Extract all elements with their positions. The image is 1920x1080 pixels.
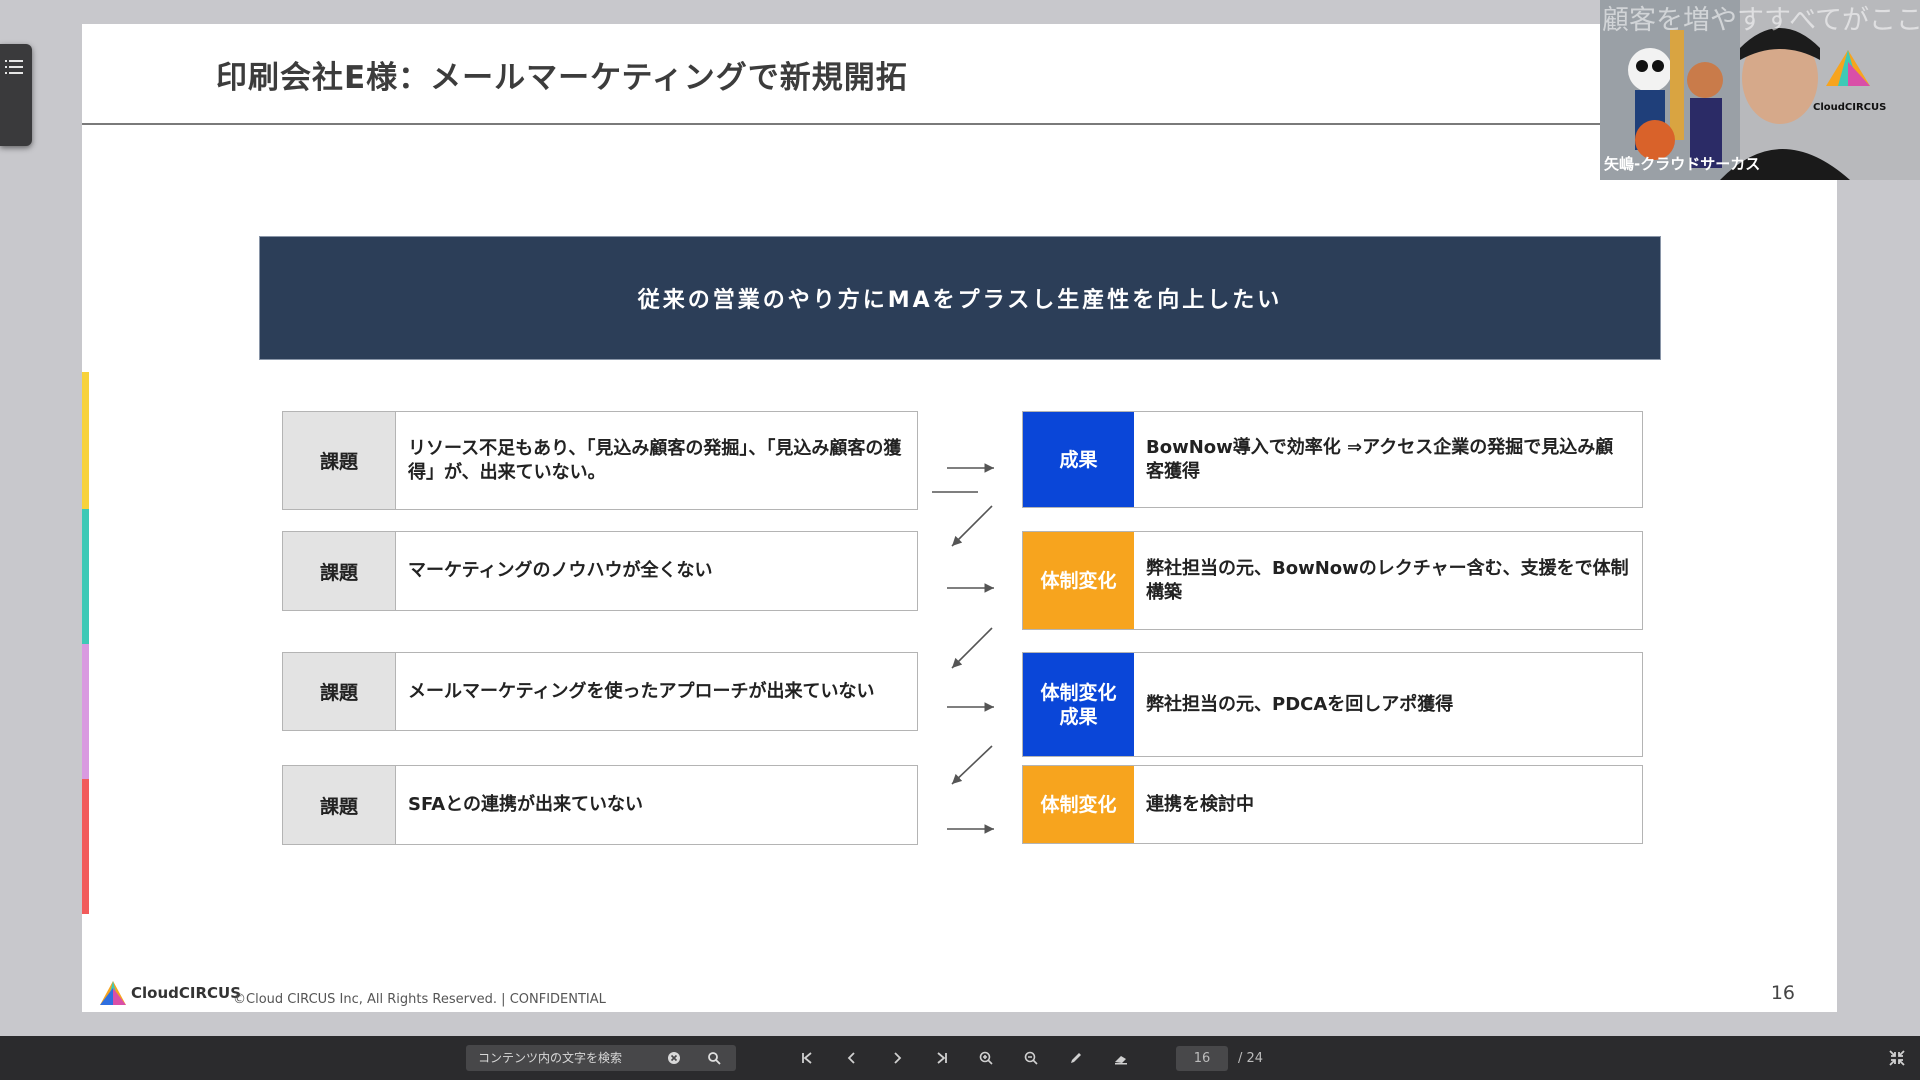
- page-total: / 24: [1238, 1051, 1264, 1066]
- exit-fullscreen-button[interactable]: [1885, 1046, 1909, 1070]
- slide-title: 印刷会社E様：メールマーケティングで新規開拓: [216, 60, 908, 96]
- first-page-icon: [802, 1052, 812, 1064]
- participant-name: 矢嶋-クラウドサーカス: [1604, 155, 1761, 173]
- issue-tag: 課題: [283, 653, 396, 730]
- color-strip-teal: [82, 509, 89, 644]
- eraser-icon: [1115, 1056, 1127, 1065]
- title-divider: [82, 123, 1602, 125]
- footer-brand: CloudCIRCUS: [131, 984, 242, 1002]
- search-button[interactable]: [702, 1046, 726, 1070]
- result-box: 体制変化 弊社担当の元、BowNowのレクチャー含む、支援をで体制構築: [1022, 531, 1643, 630]
- color-strip-purple: [82, 644, 89, 779]
- result-text: 連携を検討中: [1146, 793, 1254, 815]
- footer-copyright: ©Cloud CIRCUS Inc, All Rights Reserved. …: [233, 992, 606, 1007]
- issue-text: メールマーケティングを使ったアプローチが出来ていない: [408, 680, 875, 702]
- issue-text: マーケティングのノウハウが全くない: [408, 560, 713, 581]
- cloudcircus-logo-icon: [100, 981, 126, 1005]
- search-icon: [708, 1052, 721, 1065]
- last-page-icon: [937, 1052, 947, 1064]
- color-strip-red: [82, 779, 89, 914]
- issue-tag: 課題: [283, 412, 396, 509]
- flow-arrows-group: [947, 463, 994, 834]
- issue-box: 課題 マーケティングのノウハウが全くない: [282, 531, 918, 611]
- first-page-button[interactable]: [795, 1046, 819, 1070]
- list-menu-icon: [5, 60, 23, 74]
- result-tag: 体制変化: [1023, 766, 1134, 843]
- previous-page-button[interactable]: [840, 1046, 864, 1070]
- sidebar-toggle-button[interactable]: [0, 44, 32, 146]
- presentation-slide: 印刷会社E様：メールマーケティングで新規開拓 従来の営業のやり方にMAをプラスし…: [82, 24, 1837, 1012]
- slide-page-number: 16: [1770, 982, 1795, 1004]
- clear-icon: [668, 1052, 680, 1064]
- result-tag: 成果: [1023, 412, 1134, 507]
- issue-box: 課題 メールマーケティングを使ったアプローチが出来ていない: [282, 652, 918, 731]
- eraser-tool-button[interactable]: [1109, 1046, 1133, 1070]
- result-tag: 体制変化 成果: [1023, 653, 1134, 756]
- pen-tool-button[interactable]: [1064, 1046, 1088, 1070]
- issue-box: 課題 SFAとの連携が出来ていない: [282, 765, 918, 845]
- cloudcircus-logo: CloudCIRCUS: [99, 980, 241, 1006]
- viewer-toolbar: 16 / 24: [0, 1036, 1920, 1080]
- zoom-out-button[interactable]: [1019, 1046, 1043, 1070]
- result-tag: 体制変化: [1023, 532, 1134, 629]
- page-number-field[interactable]: 16: [1176, 1046, 1228, 1071]
- video-overlay-text: 顧客を増やすすべてがここに: [1602, 5, 1920, 36]
- last-page-button[interactable]: [930, 1046, 954, 1070]
- result-text: BowNow導入で効率化 ⇒アクセス企業の発掘で見込み顧客獲得: [1146, 436, 1614, 482]
- arrow-diagonal: [951, 505, 993, 547]
- goal-banner: 従来の営業のやり方にMAをプラスし生産性を向上したい: [259, 236, 1661, 360]
- color-strip-yellow: [82, 372, 89, 509]
- result-text: 弊社担当の元、BowNowのレクチャー含む、支援をで体制構築: [1146, 557, 1629, 603]
- result-box: 体制変化 成果 弊社担当の元、PDCAを回しアポ獲得: [1022, 652, 1643, 757]
- search-box: [466, 1045, 736, 1071]
- issue-box: 課題 リソース不足もあり、「見込み顧客の発掘」、「見込み顧客の獲得」が、出来てい…: [282, 411, 918, 510]
- chevron-right-icon: [894, 1052, 902, 1064]
- search-input[interactable]: [466, 1045, 664, 1071]
- zoom-in-button[interactable]: [974, 1046, 998, 1070]
- next-page-button[interactable]: [885, 1046, 909, 1070]
- goal-banner-text: 従来の営業のやり方にMAをプラスし生産性を向上したい: [637, 288, 1283, 313]
- issue-tag: 課題: [283, 532, 396, 610]
- arrow-diagonal: [951, 745, 993, 785]
- zoom-in-icon: [979, 1051, 993, 1065]
- video-brand-text: CloudCIRCUS: [1813, 102, 1887, 113]
- issue-tag: 課題: [283, 766, 396, 844]
- arrow-diagonal: [951, 627, 993, 669]
- collapse-icon: [1889, 1050, 1905, 1066]
- issue-text: SFAとの連携が出来ていない: [408, 794, 643, 815]
- result-box: 成果 BowNow導入で効率化 ⇒アクセス企業の発掘で見込み顧客獲得: [1022, 411, 1643, 508]
- issue-text: リソース不足もあり、「見込み顧客の発掘」、「見込み顧客の獲得」が、出来ていない。: [408, 437, 902, 483]
- clear-search-button[interactable]: [662, 1046, 686, 1070]
- result-text: 弊社担当の元、PDCAを回しアポ獲得: [1146, 693, 1454, 715]
- zoom-out-icon: [1024, 1051, 1038, 1065]
- result-box: 体制変化 連携を検討中: [1022, 765, 1643, 844]
- video-tile[interactable]: 顧客を増やすすべてがここに CloudCIRCUS 矢嶋-クラウドサーカス: [1600, 0, 1920, 180]
- pen-icon: [1071, 1053, 1081, 1063]
- chevron-left-icon: [847, 1052, 855, 1064]
